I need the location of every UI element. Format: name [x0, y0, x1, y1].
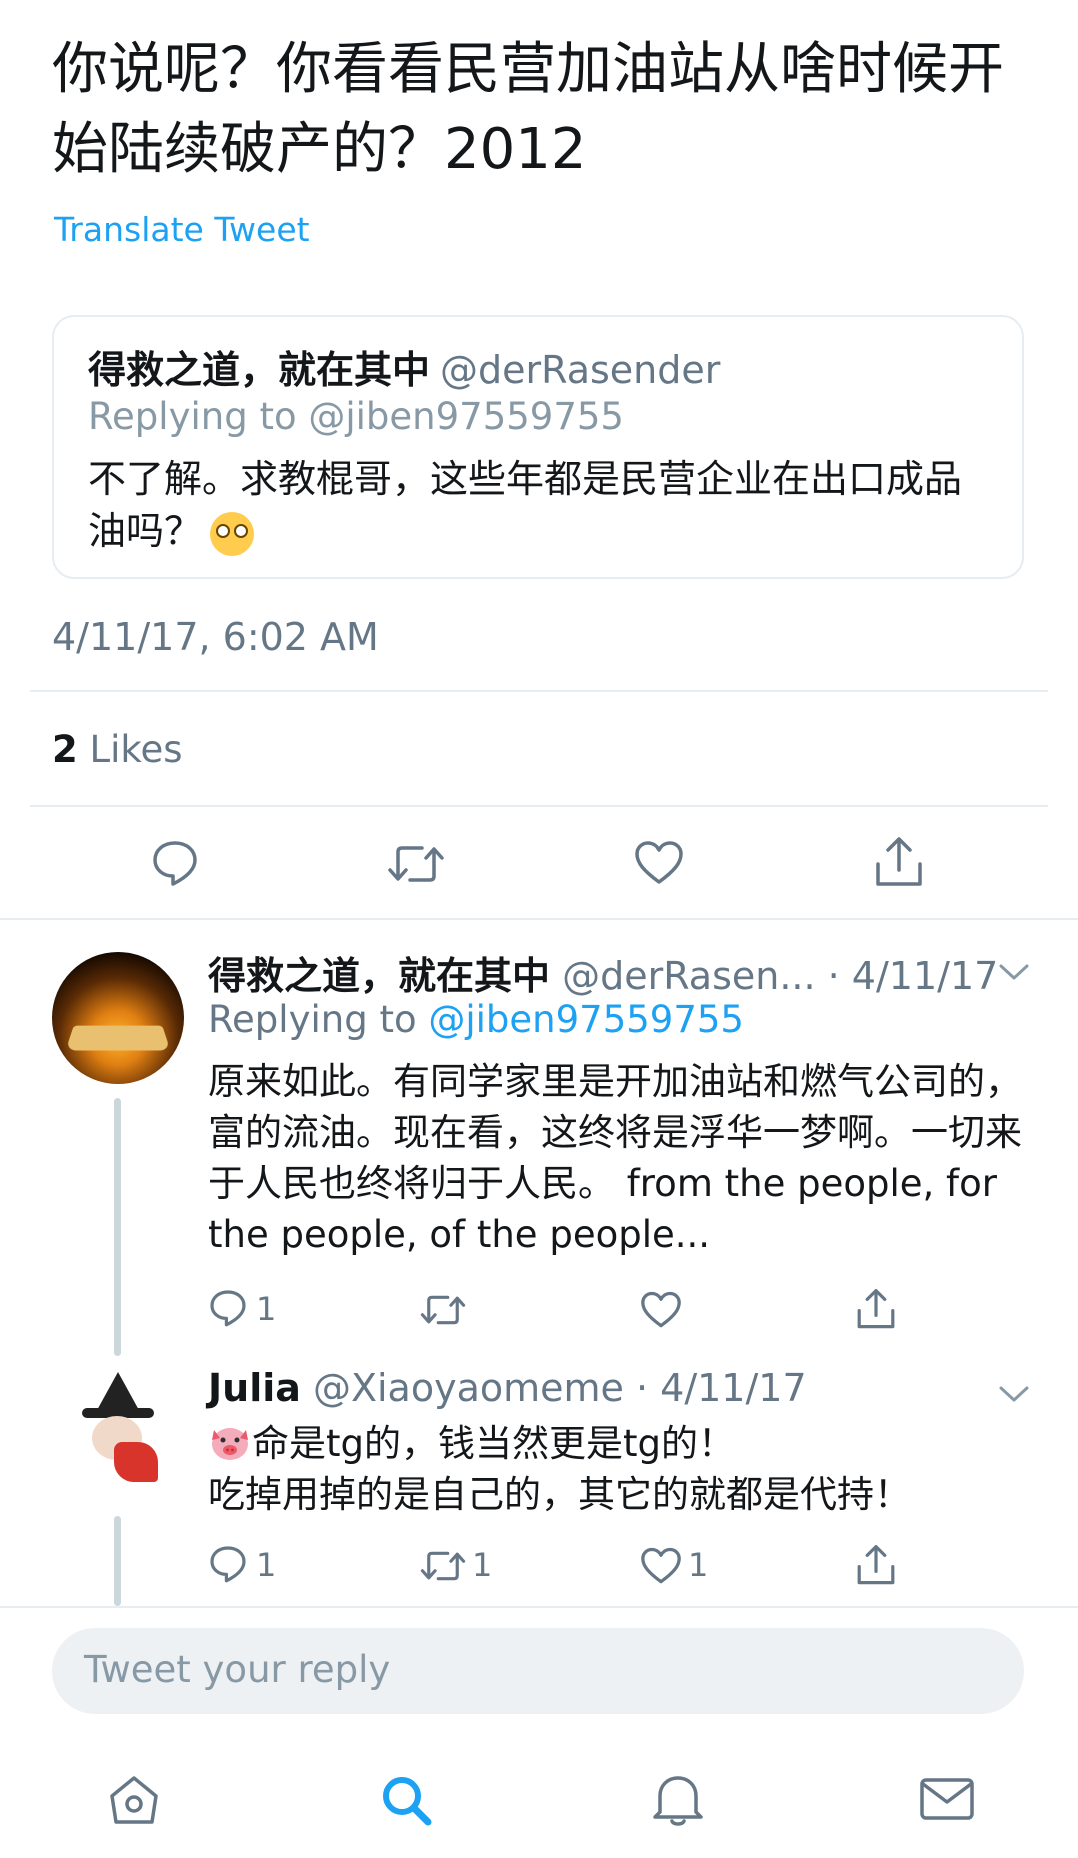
retweet-icon[interactable]	[388, 840, 444, 888]
share-icon[interactable]	[856, 1544, 896, 1586]
thread-line	[114, 1098, 121, 1356]
quoted-text-block: 不了解。求教棍哥，这些年都是民营企业在出口成品油吗？	[88, 453, 988, 557]
retweet-icon[interactable]	[420, 1291, 466, 1329]
reply-placeholder: Tweet your reply	[84, 1648, 391, 1691]
likes-count[interactable]: 2 Likes	[52, 728, 183, 771]
eye-roll-emoji-icon	[210, 511, 255, 556]
likes-number: 2	[52, 728, 78, 771]
like-icon[interactable]	[634, 840, 684, 886]
reply-author[interactable]: Julia @Xiaoyaomeme · 4/11/17	[208, 1366, 807, 1410]
reply-author[interactable]: 得救之道，就在其中 @derRasen... · 4/11/17	[208, 945, 998, 1000]
reply-text: 原来如此。有同学家里是开加油站和燃气公司的，富的流油。现在看，这终将是浮华一梦啊…	[208, 1060, 1022, 1256]
avatar[interactable]	[62, 1372, 174, 1484]
notifications-bell-icon[interactable]	[650, 1770, 706, 1828]
reply-text-line2: 吃掉用掉的是自己的，其它的就都是代持！	[208, 1473, 911, 1516]
search-icon[interactable]	[378, 1772, 434, 1828]
divider	[0, 918, 1078, 920]
reply-count: 1	[256, 1290, 277, 1328]
retweet-icon[interactable]	[420, 1547, 466, 1585]
quoted-author: 得救之道，就在其中 @derRasender	[88, 339, 720, 394]
quoted-tweet-card[interactable]: 得救之道，就在其中 @derRasender Replying to @jiben…	[52, 315, 1024, 579]
share-icon[interactable]	[874, 836, 924, 888]
like-icon[interactable]	[640, 1291, 682, 1329]
messages-envelope-icon[interactable]	[918, 1774, 976, 1824]
reply-author-name: 得救之道，就在其中	[208, 954, 551, 998]
reply-author-name: Julia	[208, 1366, 301, 1410]
translate-tweet-link[interactable]: Translate Tweet	[54, 210, 310, 249]
divider	[30, 690, 1048, 692]
reply-replying-to: Replying to @jiben97559755	[208, 998, 744, 1041]
pig-emoji-icon	[212, 1428, 248, 1460]
divider	[0, 1606, 1078, 1608]
quoted-author-name: 得救之道，就在其中	[88, 348, 431, 392]
reply-text-line: 命是tg的，钱当然更是tg的！	[208, 1418, 1028, 1469]
witch-cape-shape	[114, 1442, 158, 1482]
tweet-text: 你说呢？你看看民营加油站从啥时候开始陆续破产的？2012	[52, 37, 1004, 182]
reply-meta: @Xiaoyaomeme · 4/11/17	[300, 1366, 807, 1410]
quoted-author-handle: @derRasender	[440, 348, 721, 392]
reply-count: 1	[256, 1546, 277, 1584]
reply-icon[interactable]	[150, 838, 200, 888]
tweet-timestamp: 4/11/17, 6:02 AM	[52, 615, 379, 659]
reply-text-line1: 命是tg的，钱当然更是tg的！	[252, 1422, 735, 1465]
share-icon[interactable]	[856, 1288, 896, 1330]
replying-handle-link[interactable]: @jiben97559755	[428, 998, 744, 1041]
like-count: 1	[688, 1546, 709, 1584]
reply-meta: @derRasen... · 4/11/17	[550, 954, 999, 998]
retweet-count: 1	[472, 1546, 493, 1584]
reply-text: 命是tg的，钱当然更是tg的！ 吃掉用掉的是自己的，其它的就都是代持！	[208, 1418, 1028, 1520]
avatar[interactable]	[52, 952, 184, 1084]
chevron-down-icon[interactable]	[998, 962, 1030, 982]
witch-hat-shape	[96, 1372, 140, 1412]
divider	[30, 805, 1048, 807]
likes-label: Likes	[77, 728, 183, 771]
replying-prefix: Replying to	[208, 998, 429, 1041]
home-icon[interactable]	[106, 1772, 162, 1828]
chevron-down-icon[interactable]	[998, 1384, 1030, 1404]
like-icon[interactable]	[640, 1547, 682, 1585]
reply-icon[interactable]	[208, 1544, 248, 1584]
thread-line	[114, 1516, 121, 1606]
tweet-reply-input[interactable]: Tweet your reply	[52, 1628, 1024, 1714]
reply-icon[interactable]	[208, 1288, 248, 1328]
quoted-replying-to: Replying to @jiben97559755	[88, 395, 624, 438]
book-image	[65, 1025, 171, 1051]
